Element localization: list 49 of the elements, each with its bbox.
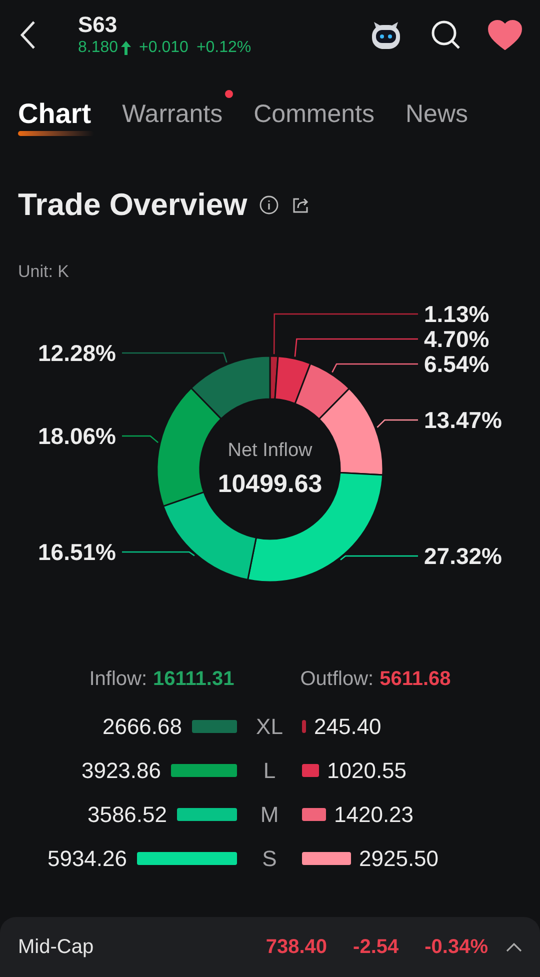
leader-line	[376, 419, 418, 428]
back-icon[interactable]	[18, 20, 38, 50]
outflow-total: 5611.68	[380, 667, 451, 692]
size-label: XL	[255, 713, 284, 741]
percent-label: 13.47%	[424, 407, 502, 433]
tab[interactable]: News	[405, 98, 468, 132]
percent-label: 16.51%	[38, 539, 116, 565]
percent-label: 18.06%	[38, 423, 116, 449]
tab[interactable]: Chart	[18, 98, 92, 132]
section-title: Trade Overview	[18, 186, 248, 224]
index-bar[interactable]: Mid-Cap 738.40 -2.54 -0.34%	[0, 917, 540, 977]
unit-label: Unit: K	[17, 260, 70, 282]
percent-label: 12.28%	[38, 340, 116, 366]
outflow-value: 245.40	[314, 713, 382, 741]
tab[interactable]: Comments	[254, 98, 374, 132]
percent-label: 4.70%	[424, 326, 490, 352]
inflow-value: 3586.52	[87, 801, 167, 829]
outflow-value: 1020.55	[327, 757, 407, 785]
percent-change: +0.12%	[196, 38, 252, 58]
index-name: Mid-Cap	[18, 935, 94, 960]
size-label: M	[259, 801, 280, 829]
price-change: +0.010	[139, 38, 188, 58]
index-change: -2.54	[353, 935, 399, 960]
leader-line	[122, 435, 158, 444]
inflow-value: 3923.86	[81, 757, 161, 785]
percent-label: 27.32%	[424, 543, 502, 569]
center-value: 10499.63	[218, 470, 322, 498]
center-label: Net Inflow	[228, 440, 312, 461]
inflow-value: 2666.68	[102, 713, 182, 741]
stock-symbol: S63	[78, 12, 118, 38]
stock-price: 8.180	[78, 38, 118, 58]
inflow-value: 5934.26	[47, 845, 127, 873]
inflow-label: Inflow:	[89, 667, 148, 692]
up-arrow-icon	[121, 41, 132, 55]
percent-label: 6.54%	[424, 351, 490, 377]
chevron-up-icon[interactable]	[506, 942, 522, 952]
size-label: S	[261, 845, 278, 873]
outflow-label: Outflow:	[300, 667, 374, 692]
tab[interactable]: Warrants	[122, 98, 223, 132]
search-icon[interactable]	[431, 20, 461, 50]
outflow-value: 1420.23	[334, 801, 414, 829]
outflow-value: 2925.50	[359, 845, 439, 873]
index-price: 738.40	[266, 935, 328, 960]
percent-label: 1.13%	[424, 301, 490, 327]
heart-icon[interactable]	[488, 20, 522, 50]
info-icon[interactable]	[259, 195, 280, 216]
size-label: L	[262, 757, 277, 785]
index-percent: -0.34%	[424, 935, 488, 960]
inflow-total: 16111.31	[153, 667, 234, 692]
